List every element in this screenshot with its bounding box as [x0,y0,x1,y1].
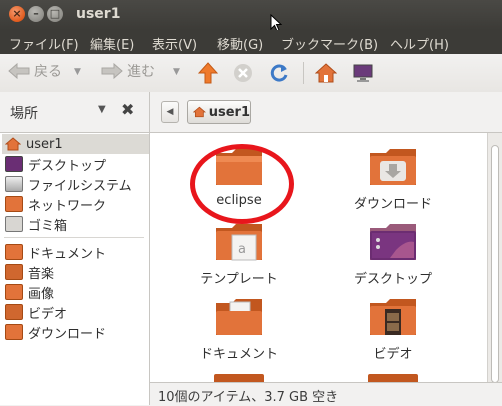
videos-folder-icon [5,304,23,320]
sidebar-item-trash[interactable]: ゴミ箱 [2,214,149,234]
desktop-folder-icon [370,224,416,260]
close-button[interactable]: × [9,6,25,22]
sidebar-item-desktop[interactable]: デスクトップ [2,154,149,174]
sidebar-item-label: ドキュメント [28,246,107,262]
file-item-downloads[interactable]: ダウンロード [318,147,468,212]
menu-help[interactable]: ヘルプ(H) [390,34,449,53]
pictures-folder-icon [5,284,23,300]
file-item-templates[interactable]: a テンプレート [164,222,314,287]
menu-file[interactable]: ファイル(F) [9,34,79,53]
sidebar-item-filesystem[interactable]: ファイルシステム [2,174,149,194]
computer-button[interactable] [350,60,376,86]
reload-button[interactable] [266,60,292,86]
window-title: user1 [76,6,121,22]
home-button[interactable] [313,60,339,86]
stop-icon [234,64,252,82]
sidebar-item-label: 画像 [28,286,55,302]
file-item-desktop[interactable]: デスクトップ [318,222,468,287]
up-button[interactable] [195,60,221,86]
network-icon [5,196,23,212]
path-label: user1 [208,104,250,120]
back-history-chevron-icon[interactable]: ▼ [74,67,81,77]
title-bar: × – □ user1 [0,0,502,32]
toolbar-separator [303,62,304,84]
sidebar: 場所 ▼ ✖ user1 デスクトップ ファイルシステム ネットワーク ゴミ箱 … [0,92,150,405]
videos-folder-icon [370,299,416,335]
sidebar-item-network[interactable]: ネットワーク [2,194,149,214]
reload-icon [270,64,288,82]
sidebar-item-downloads[interactable]: ダウンロード [2,322,149,342]
downloads-folder-icon [5,324,23,340]
sidebar-item-home[interactable]: user1 [2,134,149,154]
sidebar-item-documents[interactable]: ドキュメント [2,242,149,262]
toolbar: 戻る ▼ 進む ▼ [0,54,502,93]
menu-edit[interactable]: 編集(E) [90,34,134,53]
path-bar: ◀ user1 [150,92,502,133]
vertical-scrollbar[interactable] [487,133,502,383]
menu-go[interactable]: 移動(G) [217,34,263,53]
downloads-folder-icon [370,149,416,185]
file-item-label: ビデオ [373,347,413,362]
sidebar-item-pictures[interactable]: 画像 [2,282,149,302]
sidebar-title: 場所 [10,106,38,122]
back-arrow-icon [8,63,30,79]
path-button-home[interactable]: user1 [187,100,251,124]
documents-folder-icon [216,299,262,335]
back-label: 戻る [34,64,62,80]
sidebar-header: 場所 ▼ ✖ [0,92,149,133]
sidebar-item-music[interactable]: 音楽 [2,262,149,282]
forward-label: 進む [127,64,155,80]
home-icon [193,106,206,118]
home-icon [5,137,21,151]
forward-arrow-icon [101,63,123,79]
scrollbar-thumb[interactable] [491,145,499,383]
sidebar-item-label: ネットワーク [28,198,107,214]
trash-icon [5,216,23,232]
maximize-button[interactable]: □ [47,6,63,22]
home-icon [315,63,337,83]
desktop-icon [5,156,23,172]
sidebar-close-icon[interactable]: ✖ [121,100,134,119]
menu-bar: ファイル(F) 編集(E) 表示(V) 移動(G) ブックマーク(B) ヘルプ(… [0,30,502,54]
sidebar-item-label: ダウンロード [28,326,107,342]
sidebar-divider [4,237,144,238]
sidebar-item-label: ゴミ箱 [28,218,68,234]
menu-view[interactable]: 表示(V) [152,34,197,53]
sidebar-item-label: 音楽 [28,266,55,282]
file-item-label: ダウンロード [353,197,432,212]
menu-bookmarks[interactable]: ブックマーク(B) [281,34,378,53]
drive-icon [5,176,23,192]
sidebar-item-label: ビデオ [28,306,68,322]
up-arrow-icon [198,62,218,84]
sidebar-item-label: ファイルシステム [28,178,132,194]
templates-folder-icon: a [216,224,262,261]
sidebar-item-label: デスクトップ [28,158,107,174]
forward-history-chevron-icon[interactable]: ▼ [173,67,180,77]
status-bar: 10個のアイテム、3.7 GB 空き [150,382,502,406]
annotation-circle [190,144,294,224]
path-back-arrow-icon[interactable]: ◀ [161,101,179,123]
computer-icon [353,64,373,82]
file-item-label: テンプレート [200,272,278,287]
folder-icon[interactable] [368,374,418,382]
file-item-label: デスクトップ [353,272,432,287]
svg-text:a: a [238,242,246,257]
folder-icon[interactable] [214,374,264,382]
forward-button[interactable]: 進む [101,61,155,81]
sidebar-item-videos[interactable]: ビデオ [2,302,149,322]
file-item-documents[interactable]: ドキュメント [164,297,314,362]
sidebar-item-label: user1 [26,136,63,152]
file-item-label: ドキュメント [199,347,278,362]
sidebar-dropdown-icon[interactable]: ▼ [98,104,106,115]
stop-button[interactable] [230,60,256,86]
music-folder-icon [5,264,23,280]
file-item-videos[interactable]: ビデオ [318,297,468,362]
back-button[interactable]: 戻る [8,61,62,81]
minimize-button[interactable]: – [28,6,44,22]
documents-folder-icon [5,244,23,260]
status-text: 10個のアイテム、3.7 GB 空き [158,390,339,405]
